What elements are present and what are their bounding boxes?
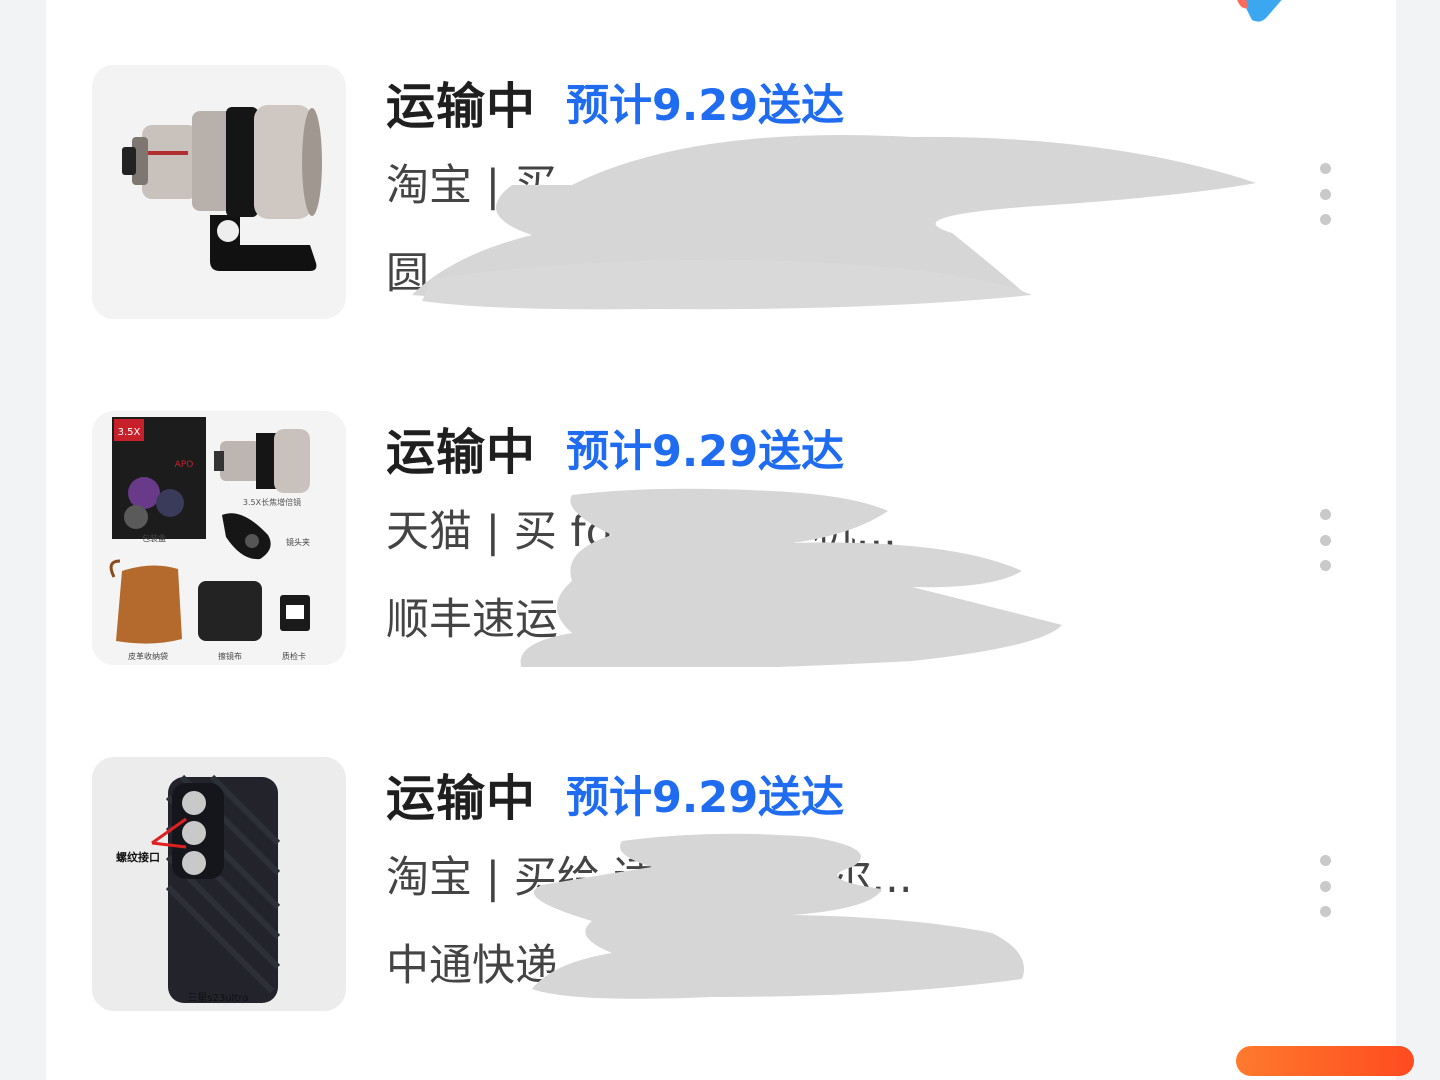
more-dot-icon — [1319, 214, 1331, 225]
more-dot-icon — [1319, 534, 1331, 546]
more-dot-icon — [1319, 906, 1331, 917]
svg-text:质检卡: 质检卡 — [282, 651, 306, 661]
product-thumbnail[interactable] — [92, 65, 346, 319]
more-dot-icon — [1319, 509, 1331, 520]
more-options-button[interactable] — [1310, 855, 1340, 917]
more-options-button[interactable] — [1310, 163, 1340, 225]
order-item[interactable]: 螺纹接口 三星s23ultra 运输中 预计9.29送达 淘宝 | 买给 适合卡… — [92, 757, 1362, 1013]
svg-text:三星s23ultra: 三星s23ultra — [187, 992, 248, 1004]
svg-text:擦镜布: 擦镜布 — [218, 651, 242, 661]
courier-and-tracking: 中通快递 — [386, 941, 558, 991]
svg-text:螺纹接口: 螺纹接口 — [116, 850, 160, 864]
estimated-delivery: 预计9.29送达 — [566, 81, 845, 131]
shop-and-product: 天猫 | 买 fotorgear手机... — [386, 507, 897, 557]
promo-ribbon-icon — [1237, 0, 1282, 22]
courier-and-tracking: 圆 — [386, 249, 429, 299]
shop-and-product: 淘宝 | 买给 适合卡色纽尔... — [386, 853, 913, 903]
courier-and-tracking: 顺丰速运 | — [386, 595, 587, 645]
svg-text:3.5X: 3.5X — [118, 427, 141, 438]
more-dot-icon — [1319, 188, 1331, 200]
action-button-edge[interactable] — [1236, 1046, 1414, 1076]
svg-text:APO: APO — [175, 460, 194, 470]
svg-text:皮革收纳袋: 皮革收纳袋 — [128, 651, 168, 661]
svg-text:镜头夹: 镜头夹 — [286, 537, 310, 547]
more-dot-icon — [1319, 880, 1331, 892]
svg-text:3.5X长焦增倍镜: 3.5X长焦增倍镜 — [243, 497, 301, 507]
svg-text:包装盒: 包装盒 — [142, 533, 166, 543]
delivery-status: 运输中 — [386, 769, 537, 827]
more-dot-icon — [1319, 855, 1331, 866]
estimated-delivery: 预计9.29送达 — [566, 773, 845, 823]
delivery-status: 运输中 — [386, 77, 537, 135]
more-dot-icon — [1319, 163, 1331, 174]
estimated-delivery: 预计9.29送达 — [566, 427, 845, 477]
delivery-status: 运输中 — [386, 423, 537, 481]
more-options-button[interactable] — [1310, 509, 1340, 571]
order-item[interactable]: 运输中 预计9.29送达 淘宝 | 买 圆 — [92, 65, 1362, 321]
product-thumbnail[interactable]: 螺纹接口 三星s23ultra — [92, 757, 346, 1011]
order-item[interactable]: 3.5X APO 3.5X长焦增倍镜 镜头夹 包装盒 皮革收纳袋 擦镜布 质检卡… — [92, 411, 1362, 667]
more-dot-icon — [1319, 560, 1331, 571]
product-thumbnail[interactable]: 3.5X APO 3.5X长焦增倍镜 镜头夹 包装盒 皮革收纳袋 擦镜布 质检卡 — [92, 411, 346, 665]
shop-and-product: 淘宝 | 买 — [386, 161, 557, 211]
